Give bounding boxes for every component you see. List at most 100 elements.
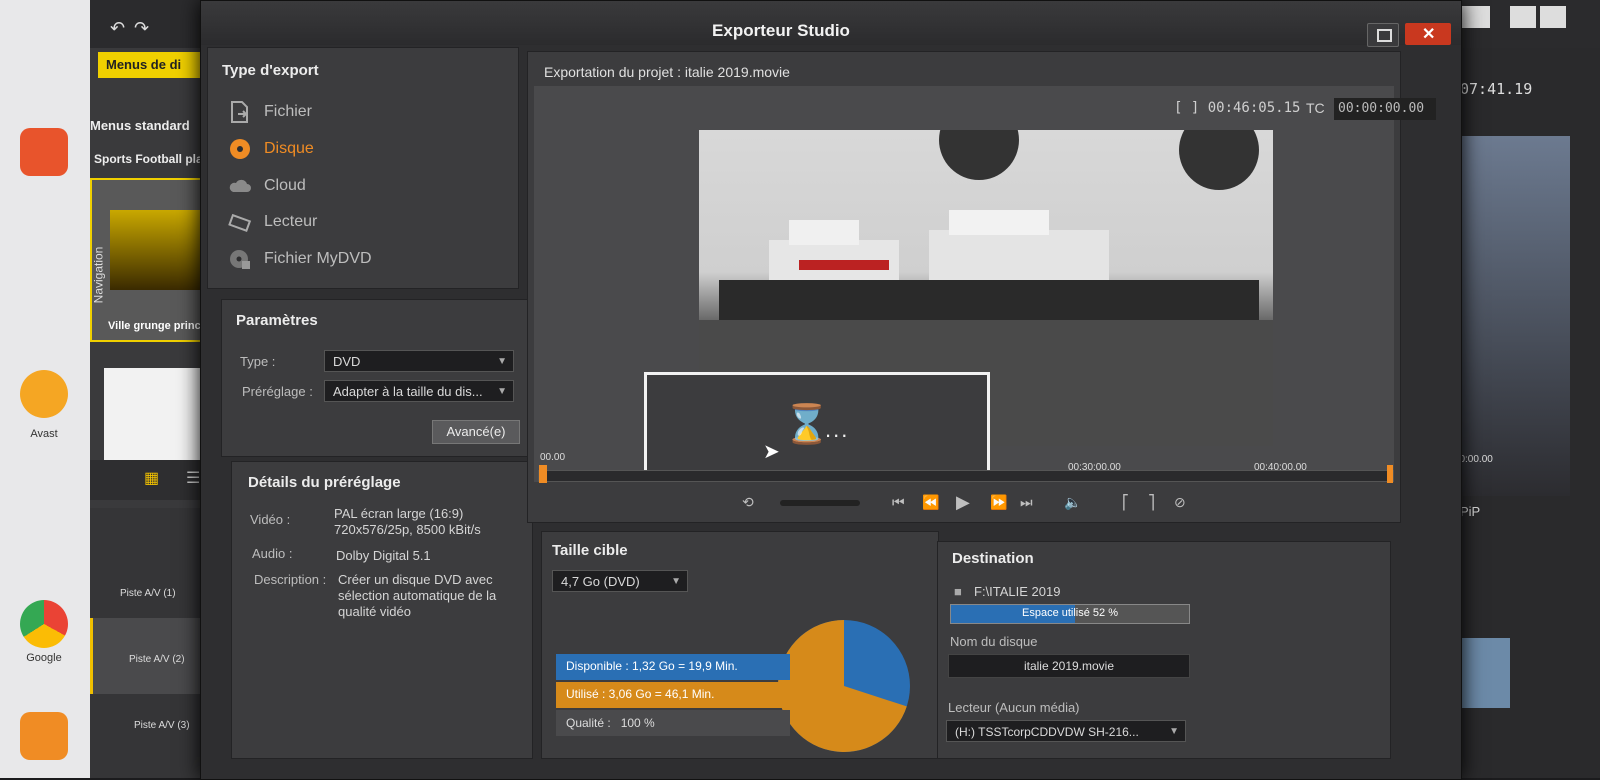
export-type-disc[interactable]: Disque	[228, 135, 314, 163]
volume-icon[interactable]: 🔈	[1064, 494, 1081, 511]
mydvd-icon	[228, 247, 252, 271]
disc-name-input[interactable]: italie 2019.movie	[948, 654, 1190, 678]
disc-icon	[228, 137, 252, 161]
drive-select-value: (H:) TSSTcorpCDDVDW SH-216...	[955, 725, 1139, 739]
target-size-heading: Taille cible	[552, 542, 628, 559]
audio-value: Dolby Digital 5.1	[336, 548, 431, 563]
desktop-app-icon-2[interactable]	[20, 712, 68, 760]
parameters-panel: Paramètres Type : DVD ▼ Préréglage : Ada…	[221, 299, 529, 457]
export-type-panel: Type d'export Fichier Disque Cloud Lecte…	[207, 47, 519, 289]
redo-icon[interactable]: ↷	[134, 18, 149, 39]
available-bar: Disponible : 1,32 Go = 19,9 Min.	[556, 654, 790, 680]
shuttle-slider[interactable]	[780, 500, 860, 506]
cloud-icon	[228, 174, 252, 198]
chevron-down-icon: ▼	[497, 356, 507, 367]
menu-template-thumbnail[interactable]: Ville grunge princ	[90, 178, 214, 342]
cart-icon[interactable]	[1460, 6, 1490, 28]
list-view-icon[interactable]: ☰	[186, 468, 200, 488]
restore-app-button[interactable]	[1540, 6, 1566, 28]
template-preview-image	[110, 210, 200, 290]
busy-dots: ...	[825, 417, 850, 442]
parameters-heading: Paramètres	[236, 312, 318, 329]
available-text: Disponible : 1,32 Go = 19,9 Min.	[566, 659, 738, 673]
destination-folder[interactable]: F:\ITALIE 2019	[974, 584, 1060, 599]
step-back-icon[interactable]: ⏪	[922, 494, 939, 511]
preset-select[interactable]: Adapter à la taille du dis... ▼	[324, 380, 514, 402]
end-marker[interactable]	[1387, 465, 1393, 483]
type-label: Type :	[240, 354, 276, 369]
desktop-strip: Avast Google	[0, 0, 90, 778]
undo-icon[interactable]: ↶	[110, 18, 125, 39]
description-line-2: sélection automatique de la	[338, 588, 497, 603]
track-label-3: Piste A/V (3)	[134, 720, 190, 731]
file-icon	[228, 100, 252, 124]
step-forward-icon[interactable]: ⏩	[990, 494, 1007, 511]
type-select-value: DVD	[333, 354, 361, 369]
drive-label: Lecteur (Aucun média)	[948, 700, 1080, 715]
maximize-icon	[1377, 29, 1392, 42]
duration-readout: [ ] 00:46:05.15	[1174, 100, 1301, 116]
target-size-select[interactable]: 4,7 Go (DVD) ▼	[552, 570, 688, 592]
mark-out-icon[interactable]: ⎤	[1148, 494, 1155, 511]
project-label: Exportation du projet : italie 2019.movi…	[544, 64, 790, 80]
quality-bar: Qualité : 100 %	[556, 710, 790, 736]
desktop-label-avast: Avast	[30, 428, 58, 440]
used-bar: Utilisé : 3,06 Go = 46,1 Min.	[556, 682, 790, 708]
timeline-time-readout: 07:41.19	[1460, 80, 1533, 98]
go-to-end-icon[interactable]: ⏭	[1020, 494, 1033, 511]
google-chrome-icon[interactable]	[20, 600, 68, 648]
go-to-start-icon[interactable]: ⏮	[892, 494, 905, 511]
transport-controls: ⟲ ⏮ ⏪ ▶ ⏩ ⏭ 🔈 ⎡ ⎤ ⊘	[528, 492, 1400, 518]
loop-icon[interactable]: ⟲	[742, 494, 754, 511]
grid-view-icon[interactable]: ▦	[144, 468, 159, 488]
play-icon[interactable]: ▶	[956, 492, 970, 513]
space-used-text: Espace utilisé 52 %	[1022, 607, 1118, 619]
type-select[interactable]: DVD ▼	[324, 350, 514, 372]
export-type-device[interactable]: Lecteur	[228, 208, 317, 236]
quality-text: Qualité : 100 %	[566, 716, 655, 730]
desktop-app-icon[interactable]	[20, 128, 68, 176]
template-category: Sports Football plan	[94, 152, 210, 166]
export-type-cloud-label: Cloud	[264, 177, 306, 194]
close-button[interactable]: ✕	[1405, 23, 1451, 45]
advanced-button[interactable]: Avancé(e)	[432, 420, 520, 444]
maximize-button[interactable]	[1367, 23, 1399, 47]
usage-pie-chart	[778, 620, 910, 752]
avast-icon[interactable]	[20, 370, 68, 418]
minimize-app-button[interactable]	[1510, 6, 1536, 28]
menus-tab[interactable]: Menus de di	[98, 52, 206, 78]
tc-label: TC	[1306, 100, 1325, 116]
playhead-handle[interactable]	[539, 465, 547, 483]
clear-marks-icon[interactable]: ⊘	[1174, 494, 1186, 511]
track-label-2: Piste A/V (2)	[129, 654, 185, 665]
disc-name-label: Nom du disque	[950, 634, 1038, 649]
navigation-tab[interactable]: Navigation	[91, 247, 105, 304]
close-icon: ✕	[1422, 26, 1436, 43]
export-type-file[interactable]: Fichier	[228, 98, 312, 126]
preview-panel: Exportation du projet : italie 2019.movi…	[527, 51, 1436, 523]
space-used-bar: Espace utilisé 52 %	[950, 604, 1190, 624]
destination-heading: Destination	[952, 550, 1034, 567]
standard-menus-heading[interactable]: Menus standard	[90, 118, 190, 133]
timecode-field[interactable]: 00:00:00.00	[1334, 98, 1436, 120]
ruler-start-label: 00.00	[540, 452, 566, 463]
right-preview-panel: 07:41.19 00:40:00.00 PiP	[1440, 48, 1600, 778]
export-type-heading: Type d'export	[222, 62, 319, 79]
description-line-1: Créer un disque DVD avec	[338, 572, 493, 587]
exporter-dialog: Exporteur Studio ✕ Type d'export Fichier…	[200, 0, 1462, 780]
drive-select[interactable]: (H:) TSSTcorpCDDVDW SH-216... ▼	[946, 720, 1186, 742]
chevron-down-icon: ▼	[1169, 726, 1179, 737]
chevron-down-icon: ▼	[497, 386, 507, 397]
timeline-scrubber[interactable]	[538, 465, 1394, 483]
dialog-titlebar[interactable]: Exporteur Studio ✕	[201, 1, 1461, 47]
export-type-disc-label: Disque	[264, 140, 314, 157]
folder-icon: ■	[954, 584, 962, 599]
export-type-device-label: Lecteur	[264, 213, 318, 230]
desktop-label-google: Google	[26, 652, 62, 664]
export-type-mydvd-label: Fichier MyDVD	[264, 250, 372, 267]
pip-button[interactable]: PiP	[1460, 504, 1480, 519]
export-type-mydvd[interactable]: Fichier MyDVD	[228, 245, 372, 273]
video-value-format: PAL écran large (16:9)	[334, 506, 464, 521]
export-type-cloud[interactable]: Cloud	[228, 172, 306, 200]
mark-in-icon[interactable]: ⎡	[1122, 494, 1129, 511]
